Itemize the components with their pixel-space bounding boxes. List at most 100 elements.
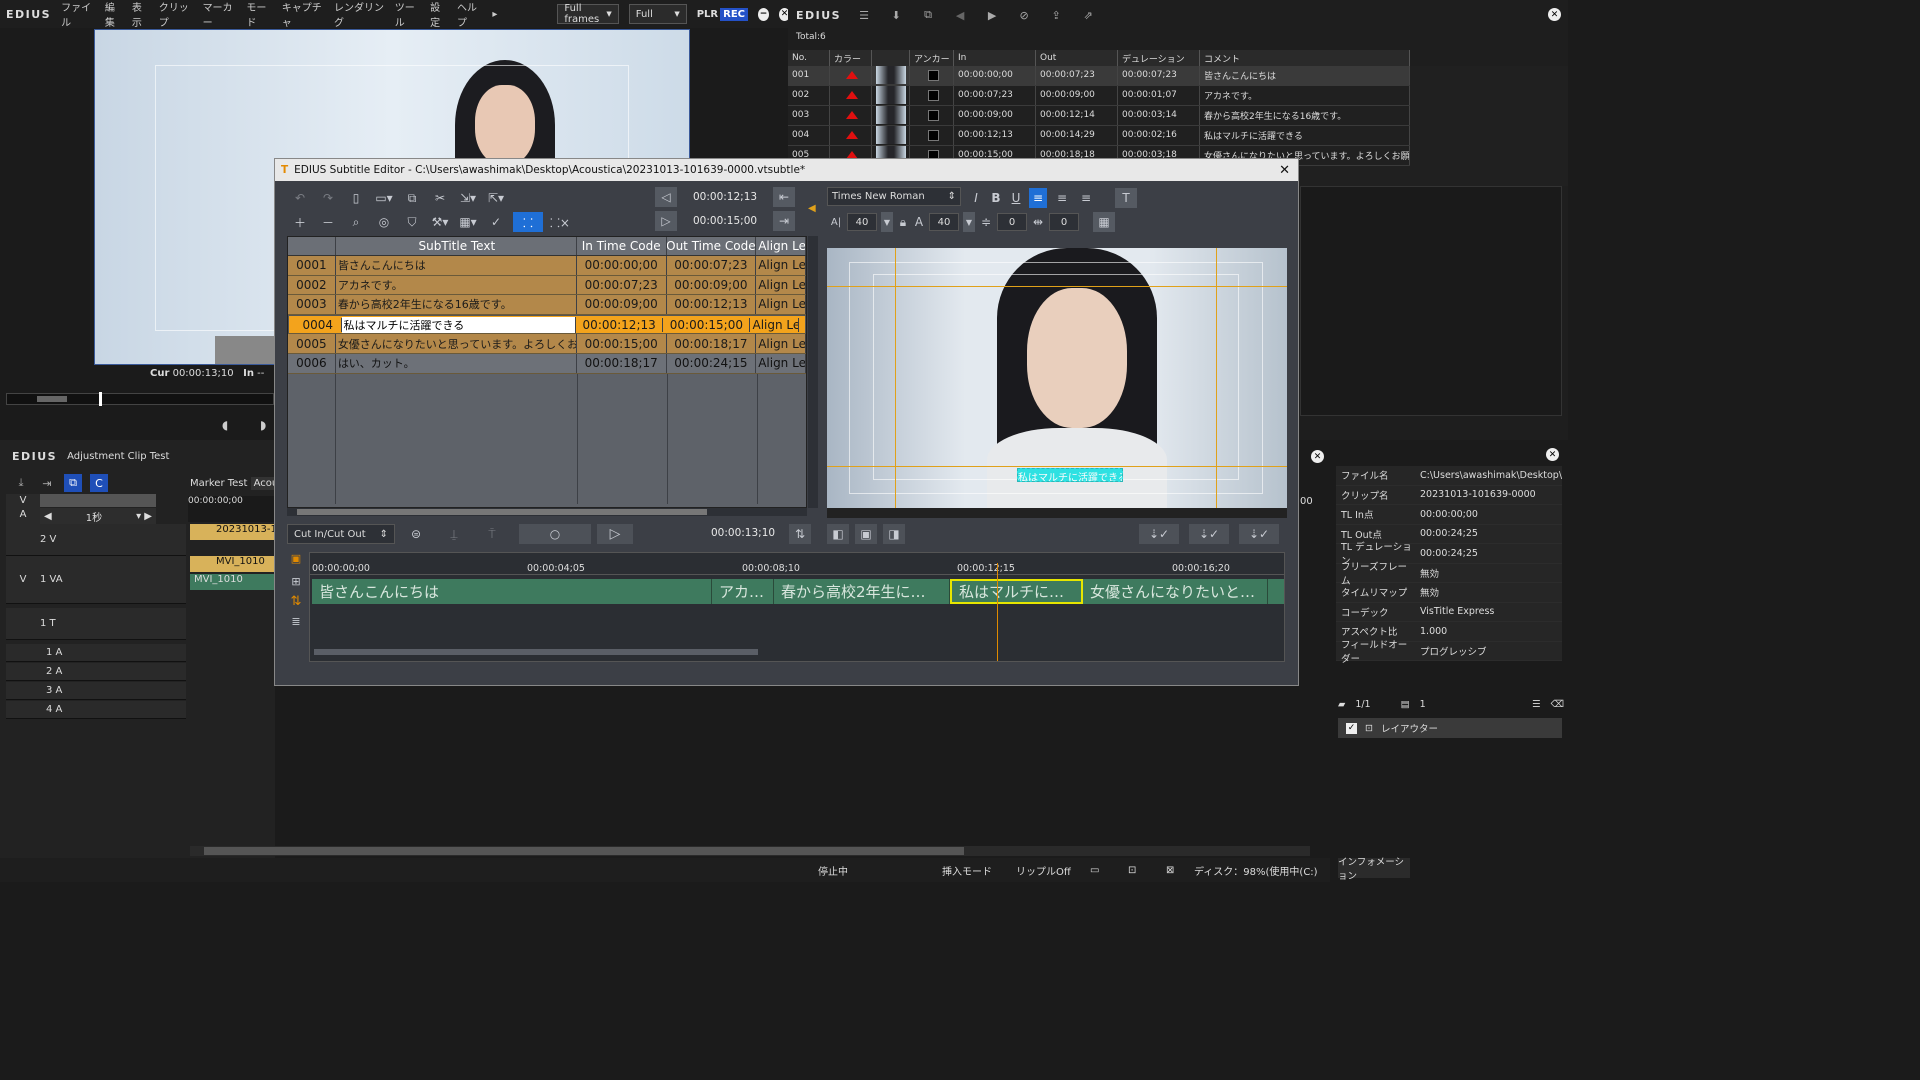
menu-tools[interactable]: ツール [395,0,420,29]
goto-in-icon[interactable]: ◁ [655,187,677,207]
player-scrubber[interactable] [6,392,274,406]
list-view-icon[interactable]: ☰ [1532,699,1541,710]
font-size-field[interactable]: 40 [847,213,877,231]
bold-icon[interactable]: B [989,188,1003,208]
plr-button[interactable]: PLR [697,9,718,20]
open-file-icon[interactable]: ▭▾ [373,188,395,208]
marker-import-icon[interactable]: ⇪ [1047,6,1065,24]
import-icon[interactable]: ⇲▾ [457,188,479,208]
subtitle-clip[interactable]: 春から高校2年生に… [774,579,950,604]
time-scale-select[interactable]: ◀ 1秒 ▾ ▶ [40,508,156,524]
zoom-slider[interactable] [40,494,156,507]
underline-icon[interactable]: U [1009,188,1023,208]
ripple-icon[interactable]: ⤓ [12,474,30,492]
font-height-dropdown-icon[interactable]: ▼ [963,212,975,232]
track-1t[interactable]: 1 T [6,608,186,640]
cut-mode-select[interactable]: Cut In/Cut Out ⇕ [287,524,395,544]
grid-hscroll[interactable] [287,508,807,516]
subtitle-clip-selected[interactable]: 私はマルチに… [950,579,1083,604]
col-align[interactable]: Align Le [756,237,806,255]
subtitle-timeline-hscroll[interactable] [314,649,758,655]
insert-icon[interactable]: ⇥ [38,474,56,492]
menu-mode[interactable]: モード [246,0,271,29]
in-timecode[interactable]: 00:00:12;13 [693,191,757,203]
out-timecode[interactable]: 00:00:15;00 [693,215,757,227]
subtitle-clip-partial[interactable] [1268,579,1284,604]
timeline-hscroll[interactable] [190,846,1310,856]
layout-icon[interactable]: ▦▾ [457,212,479,232]
mark-out-icon[interactable]: ◗ [260,418,266,432]
add-row-icon[interactable]: ＋ [289,212,311,232]
subtitle-timeline[interactable]: 00:00:00;00 00:00:04;05 00:00:08;10 00:0… [309,552,1285,662]
clip-20231013[interactable]: 20231013-1 [190,524,274,540]
guide-line-horizontal-bottom[interactable] [827,466,1287,467]
new-file-icon[interactable]: ▯ [345,188,367,208]
info-tab[interactable]: インフォメーション [1338,857,1410,882]
menu-help[interactable]: ヘルプ [457,0,482,29]
apply-out-icon[interactable]: ⇣✓ [1189,524,1229,544]
wrench-icon[interactable]: ⚒▾ [429,212,451,232]
frame-right-icon[interactable]: ◨ [883,524,905,544]
frames-select[interactable]: Full frames ▼ [557,3,619,25]
marker-list-icon[interactable]: ☰ [855,6,873,24]
layouter-checkbox[interactable]: ✓ [1346,722,1357,734]
merge-icon[interactable]: ⍑ [481,524,503,544]
cut-icon[interactable]: ✂ [429,188,451,208]
marker-next-icon[interactable]: ▶ [983,6,1001,24]
subtitle-row[interactable]: 0001 皆さんこんにちは 00:00:00;00 00:00:07;23 Align … [288,256,806,276]
align-left-icon[interactable]: ≡ [1029,188,1047,208]
safe-area-icon[interactable]: ▦ [1093,212,1115,232]
col-duration[interactable]: デュレーション [1118,50,1200,66]
menu-clip[interactable]: クリップ [159,0,193,29]
copy-icon[interactable]: ⧉ [401,188,423,208]
marker-inout-icon[interactable]: ⧉ [919,6,937,24]
col-in[interactable]: In [954,50,1036,66]
status-monitor-icon[interactable]: ▭ [1090,865,1099,876]
anchor-checkbox[interactable] [928,89,939,101]
align-right-icon[interactable]: ≡ [1077,188,1095,208]
snap-icon[interactable]: C [90,474,108,492]
marker-row[interactable]: 002 00:00:07;23 00:00:09;00 00:00:01;07 アカネ… [788,86,1410,106]
track-1va[interactable]: V1 VA [6,556,186,604]
layouter-item[interactable]: ✓ ⊡ レイアウター [1338,718,1562,738]
status-render-icon[interactable]: ⊡ [1128,865,1136,876]
line-spacing-field[interactable]: 0 [997,213,1027,231]
timeline-ruler[interactable]: 00:00:00;00 [188,496,274,522]
subtitle-ruler[interactable]: 00:00:00;00 00:00:04;05 00:00:08;10 00:0… [310,553,1284,575]
status-export-icon[interactable]: ⊠ [1166,865,1174,876]
font-size-dropdown-icon[interactable]: ▼ [881,212,893,232]
italic-icon[interactable]: I [969,188,983,208]
font-height-field[interactable]: 40 [929,213,959,231]
delete-icon[interactable]: ⌫ [1551,699,1564,710]
col-anchor[interactable]: アンカー [910,50,954,66]
subtitle-clip[interactable]: アカ… [712,579,774,604]
menu-render[interactable]: レンダリング [334,0,385,29]
check-icon[interactable]: ✓ [485,212,507,232]
subtitle-text-edit[interactable]: 私はマルチに活躍できる [341,316,577,333]
subtitle-row-selected[interactable]: 0004 私はマルチに活躍できる 00:00:12;13 00:00:15;00 Ali… [288,314,806,335]
track-2v[interactable]: 2 V [6,524,186,556]
timeline-tabs[interactable]: Marker Test Acou [190,477,282,490]
track-4a[interactable]: 4 A [6,701,186,719]
frame-left-icon[interactable]: ◧ [827,524,849,544]
layer-icon[interactable]: ▤ [1401,699,1410,710]
find-icon[interactable]: ⌕ [345,212,367,232]
subtitle-row[interactable]: 0006 はい、カット。 00:00:18;17 00:00:24;15 Align L… [288,353,806,374]
menu-file[interactable]: ファイル [61,0,95,29]
apply-all-icon[interactable]: ⇣✓ [1239,524,1279,544]
menu-marker[interactable]: マーカー [203,0,237,29]
footstep-off-icon[interactable]: ⸬× [549,212,571,232]
char-spacing-field[interactable]: 0 [1049,213,1079,231]
timeline-layers-icon[interactable]: ≣ [287,615,305,628]
quality-select[interactable]: Full ▼ [628,4,687,24]
timeline-marker-icon[interactable]: ▣ [287,552,305,565]
split-icon[interactable]: ⍊ [443,524,465,544]
footstep-active-icon[interactable]: ⸬ [513,212,543,232]
timeline-swap-icon[interactable]: ⇅ [287,594,305,609]
goto-out-icon[interactable]: ▷ [655,211,677,231]
col-no[interactable]: No. [788,50,830,66]
menu-settings[interactable]: 設定 [430,0,447,29]
stop-button[interactable]: ○ [519,524,591,544]
anchor-checkbox[interactable] [928,69,939,81]
menu-more-arrow-icon[interactable]: ▸ [492,9,497,20]
